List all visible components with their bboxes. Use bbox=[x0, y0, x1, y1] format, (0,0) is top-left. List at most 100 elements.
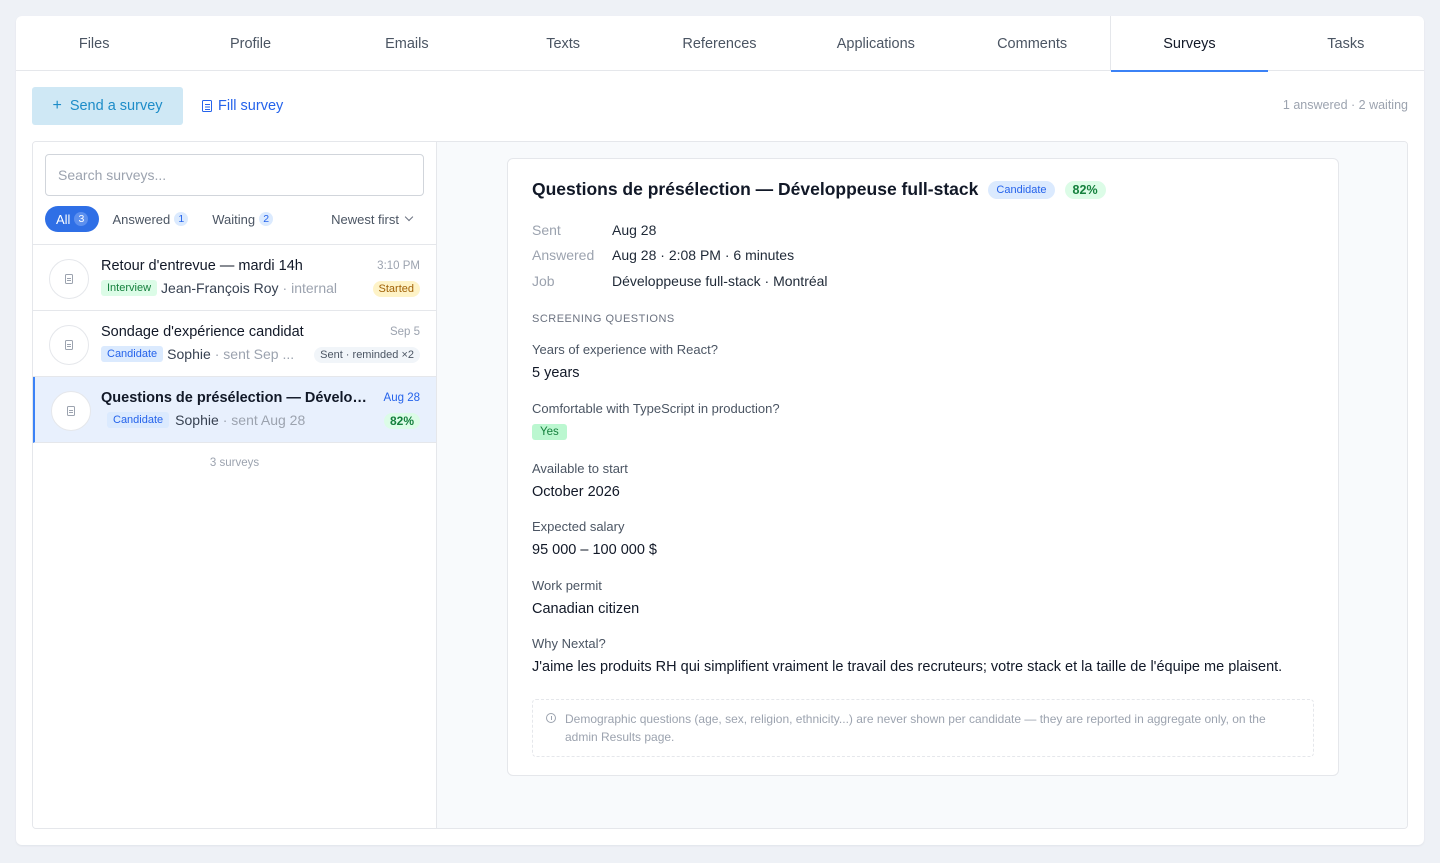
survey-time: Sep 5 bbox=[389, 326, 420, 338]
survey-time: Aug 28 bbox=[383, 392, 420, 404]
sort-dropdown[interactable]: Newest first bbox=[331, 212, 424, 227]
privacy-note: Demographic questions (age, sex, religio… bbox=[532, 699, 1314, 757]
survey-person: Sophie bbox=[175, 412, 219, 428]
meta-label: Sent bbox=[532, 221, 561, 238]
filter-all[interactable]: All 3 bbox=[45, 206, 100, 232]
survey-summary: 1 answered · 2 waiting bbox=[1282, 98, 1408, 112]
question-label: Years of experience with React? bbox=[532, 342, 718, 357]
search-input[interactable] bbox=[45, 154, 424, 196]
survey-avatar bbox=[49, 325, 89, 365]
tab-comments[interactable]: Comments bbox=[954, 16, 1110, 71]
score-badge: 82% bbox=[383, 413, 420, 429]
survey-subline: Candidate Sophie · sent Sep ... bbox=[101, 346, 301, 362]
meta-value: Aug 28 bbox=[612, 221, 657, 238]
tab-files[interactable]: Files bbox=[16, 16, 172, 71]
privacy-note-text: Demographic questions (age, sex, religio… bbox=[565, 712, 1266, 744]
filter-waiting-label: Waiting bbox=[212, 211, 256, 227]
question-label: Work permit bbox=[532, 578, 602, 593]
question-block: Expected salary 95 000 – 100 000 $ bbox=[532, 519, 1322, 558]
question-label: Expected salary bbox=[532, 519, 625, 534]
detail-title: Questions de présélection — Développeuse… bbox=[532, 179, 979, 199]
question-block: Why Nextal? J'aime les produits RH qui s… bbox=[532, 636, 1322, 675]
tab-tasks[interactable]: Tasks bbox=[1268, 16, 1424, 71]
survey-detail-card: Questions de présélection — Développeuse… bbox=[507, 158, 1339, 776]
section-heading: SCREENING QUESTIONS bbox=[532, 313, 675, 325]
filter-all-label: All bbox=[56, 211, 71, 227]
tab-profile[interactable]: Profile bbox=[172, 16, 328, 71]
question-label: Why Nextal? bbox=[532, 636, 606, 651]
send-survey-button[interactable]: + Send a survey bbox=[32, 87, 183, 125]
survey-list-item[interactable]: Sondage d'expérience candidat Sep 5 Cand… bbox=[33, 311, 436, 377]
question-block: Comfortable with TypeScript in productio… bbox=[532, 401, 1322, 440]
fill-survey-button[interactable]: Fill survey bbox=[202, 87, 283, 125]
survey-list-pane: All 3 Answered 1 Waiting 2 Newest first bbox=[33, 142, 437, 828]
filter-answered-label: Answered bbox=[112, 211, 171, 227]
detail-type-tag: Candidate bbox=[988, 180, 1055, 199]
survey-person: Sophie bbox=[167, 346, 211, 362]
survey-detail: · sent Aug 28 bbox=[222, 412, 306, 428]
document-icon bbox=[67, 406, 75, 416]
survey-title: Sondage d'expérience candidat bbox=[101, 324, 304, 340]
survey-title: Retour d'entrevue — mardi 14h bbox=[101, 258, 303, 274]
info-icon bbox=[546, 713, 556, 723]
survey-detail: · internal bbox=[282, 280, 337, 296]
status-badge: Sent · reminded ×2 bbox=[314, 347, 420, 363]
survey-type-tag: Interview bbox=[101, 280, 158, 296]
meta-value: Développeuse full-stack · Montréal bbox=[612, 272, 828, 289]
survey-list: Retour d'entrevue — mardi 14h 3:10 PM In… bbox=[33, 244, 436, 443]
tab-surveys[interactable]: Surveys bbox=[1110, 16, 1268, 72]
detail-header: Questions de présélection — Développeuse… bbox=[532, 179, 1106, 200]
question-block: Available to start October 2026 bbox=[532, 461, 1322, 500]
question-answer: Canadian citizen bbox=[532, 601, 640, 617]
question-label: Comfortable with TypeScript in productio… bbox=[532, 401, 780, 416]
filter-all-count: 3 bbox=[74, 212, 89, 226]
sort-label: Newest first bbox=[331, 211, 399, 227]
filter-answered-count: 1 bbox=[174, 212, 189, 226]
tab-references[interactable]: References bbox=[641, 16, 797, 71]
tab-emails[interactable]: Emails bbox=[329, 16, 485, 71]
survey-type-tag: Candidate bbox=[107, 412, 170, 428]
meta-row-job: Job Développeuse full-stack · Montréal bbox=[532, 268, 828, 294]
surveys-workspace: All 3 Answered 1 Waiting 2 Newest first bbox=[32, 141, 1408, 829]
status-badge: Started bbox=[372, 281, 420, 297]
send-survey-label: Send a survey bbox=[69, 98, 163, 114]
survey-type-tag: Candidate bbox=[101, 346, 164, 362]
answer-yes-badge: Yes bbox=[532, 424, 567, 440]
survey-avatar bbox=[51, 391, 91, 431]
question-label: Available to start bbox=[532, 461, 628, 476]
survey-avatar bbox=[49, 259, 89, 299]
candidate-panel: Files Profile Emails Texts References Ap… bbox=[16, 16, 1424, 845]
survey-time: 3:10 PM bbox=[377, 260, 420, 272]
tab-applications[interactable]: Applications bbox=[798, 16, 954, 71]
survey-subline: Interview Jean-François Roy · internal bbox=[101, 280, 337, 296]
detail-meta: Sent Aug 28 Answered Aug 28 · 2:08 PM · … bbox=[532, 217, 828, 294]
detail-score-badge: 82% bbox=[1064, 180, 1106, 199]
survey-list-item[interactable]: Retour d'entrevue — mardi 14h 3:10 PM In… bbox=[33, 245, 436, 311]
meta-row-sent: Sent Aug 28 bbox=[532, 217, 828, 243]
filter-waiting[interactable]: Waiting 2 bbox=[201, 206, 284, 232]
question-block: Work permit Canadian citizen bbox=[532, 578, 1322, 617]
filter-answered[interactable]: Answered 1 bbox=[101, 206, 199, 232]
question-answer: J'aime les produits RH qui simplifient v… bbox=[532, 659, 1283, 675]
question-answer: October 2026 bbox=[532, 484, 620, 500]
survey-detail: · sent Sep ... bbox=[214, 346, 295, 362]
survey-subline: Candidate Sophie · sent Aug 28 bbox=[101, 412, 305, 428]
filter-bar: All 3 Answered 1 Waiting 2 Newest first bbox=[45, 206, 424, 232]
meta-value: Aug 28 · 2:08 PM · 6 minutes bbox=[612, 247, 795, 264]
filter-waiting-count: 2 bbox=[259, 212, 274, 226]
plus-icon: + bbox=[52, 97, 62, 114]
tab-bar: Files Profile Emails Texts References Ap… bbox=[16, 16, 1424, 72]
fill-survey-label: Fill survey bbox=[218, 98, 284, 114]
document-icon bbox=[65, 274, 73, 284]
question-answer: 95 000 – 100 000 $ bbox=[532, 542, 657, 558]
meta-row-answered: Answered Aug 28 · 2:08 PM · 6 minutes bbox=[532, 243, 828, 269]
survey-list-item-selected[interactable]: Questions de présélection — Dévelop... A… bbox=[33, 377, 436, 443]
tab-texts[interactable]: Texts bbox=[485, 16, 641, 71]
survey-count: 3 surveys bbox=[209, 457, 260, 469]
survey-person: Jean-François Roy bbox=[161, 280, 279, 296]
survey-title: Questions de présélection — Dévelop... bbox=[101, 390, 371, 406]
document-icon bbox=[65, 340, 73, 350]
document-icon bbox=[202, 100, 212, 112]
survey-detail-pane: Questions de présélection — Développeuse… bbox=[437, 142, 1407, 828]
question-answer: 5 years bbox=[532, 365, 580, 381]
